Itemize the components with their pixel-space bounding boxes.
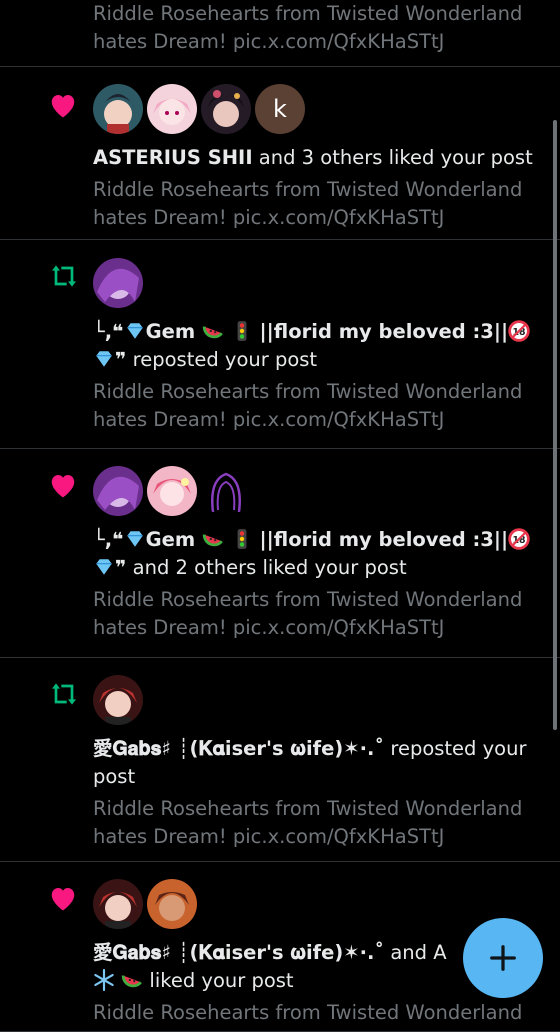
post-preview[interactable]: Riddle Rosehearts from Twisted Wonderlan… [93, 378, 546, 434]
avatar-group [93, 879, 546, 929]
notification-text: └,❝ Gem ||florid my beloved :3||18 ❞ and 2… [93, 526, 546, 582]
no-under-18-icon: 18 [508, 320, 530, 342]
heart-icon [51, 888, 75, 911]
avatar[interactable] [147, 84, 197, 134]
post-preview[interactable]: Riddle Rosehearts from Twisted Wonderlan… [93, 0, 546, 56]
post-preview[interactable]: Riddle Rosehearts from Twisted Wonderlan… [93, 999, 546, 1027]
name-prefix: └,❝ [93, 528, 124, 551]
name-main: Gem [145, 528, 196, 551]
name-end: ❞ [115, 348, 127, 371]
avatar[interactable] [93, 84, 143, 134]
gem-icon [126, 323, 143, 339]
notification-text: └,❝ Gem ||florid my beloved :3||18 ❞ repos… [93, 318, 546, 374]
avatar[interactable] [147, 466, 197, 516]
compose-button[interactable] [463, 918, 543, 998]
action-text: and 2 others liked your post [126, 556, 407, 579]
notification-item[interactable]: 愛𝐆𝐚𝐛𝐬♯ ┊(𝐊𝛂iser's 𝛚ife)✶⋅.˚ reposted you… [0, 658, 560, 862]
traffic-light-icon [237, 321, 247, 341]
name-suffix: ||florid my beloved :3|| [259, 528, 509, 551]
avatar-group [93, 466, 546, 516]
action-text: and A [384, 941, 447, 964]
notification-text: ASTERIUS SHII and 3 others liked your po… [93, 144, 546, 172]
name-suffix: ||florid my beloved :3|| [259, 320, 509, 343]
post-preview[interactable]: Riddle Rosehearts from Twisted Wonderlan… [93, 795, 546, 851]
no-under-18-icon: 18 [508, 528, 530, 550]
action-text: liked your post [143, 969, 294, 992]
gem-icon [96, 351, 112, 367]
avatar[interactable] [93, 675, 143, 725]
user-name[interactable]: ASTERIUS SHII [93, 146, 253, 169]
watermelon-icon [202, 534, 223, 547]
notification-text: 愛𝐆𝐚𝐛𝐬♯ ┊(𝐊𝛂iser's 𝛚ife)✶⋅.˚ reposted you… [93, 735, 546, 791]
traffic-light-icon [237, 529, 247, 549]
watermelon-icon [202, 326, 223, 339]
notification-item[interactable]: └,❝ Gem ||florid my beloved :3||18 ❞ and 2… [0, 449, 560, 658]
user-name[interactable]: 愛𝐆𝐚𝐛𝐬♯ ┊(𝐊𝛂iser's 𝛚ife)✶⋅.˚ [93, 941, 384, 964]
name-end: ❞ [115, 556, 127, 579]
notification-item[interactable]: Riddle Rosehearts from Twisted Wonderlan… [0, 0, 560, 67]
repost-icon [52, 265, 76, 287]
avatar[interactable] [93, 466, 143, 516]
avatar[interactable] [147, 879, 197, 929]
notification-item[interactable]: k ASTERIUS SHII and 3 others liked your … [0, 67, 560, 240]
heart-icon [51, 475, 75, 498]
user-name[interactable]: 愛𝐆𝐚𝐛𝐬♯ ┊(𝐊𝛂iser's 𝛚ife)✶⋅.˚ [93, 737, 384, 760]
notifications-feed: Riddle Rosehearts from Twisted Wonderlan… [0, 0, 560, 1032]
avatar[interactable] [201, 466, 251, 516]
action-text: reposted your post [126, 348, 318, 371]
post-preview[interactable]: Riddle Rosehearts from Twisted Wonderlan… [93, 586, 546, 642]
watermelon-icon [122, 975, 143, 988]
gem-icon [96, 559, 112, 575]
avatar-group [93, 258, 546, 308]
scrollbar[interactable] [553, 120, 557, 730]
action-text: and 3 others liked your post [252, 146, 533, 169]
notification-item[interactable]: └,❝ Gem ||florid my beloved :3||18 ❞ repos… [0, 240, 560, 449]
name-main: Gem [145, 320, 196, 343]
avatar-group [93, 675, 546, 725]
heart-icon [51, 95, 75, 118]
avatar[interactable] [93, 879, 143, 929]
snowflake-icon [94, 969, 114, 991]
repost-icon [52, 683, 76, 705]
gem-icon [126, 531, 143, 547]
avatar[interactable] [93, 258, 143, 308]
avatar-letter: k [273, 95, 287, 123]
avatar-group: k [93, 84, 546, 134]
avatar[interactable]: k [255, 84, 305, 134]
name-prefix: └,❝ [93, 320, 124, 343]
plus-icon [490, 945, 516, 971]
avatar[interactable] [201, 84, 251, 134]
post-preview[interactable]: Riddle Rosehearts from Twisted Wonderlan… [93, 176, 546, 232]
